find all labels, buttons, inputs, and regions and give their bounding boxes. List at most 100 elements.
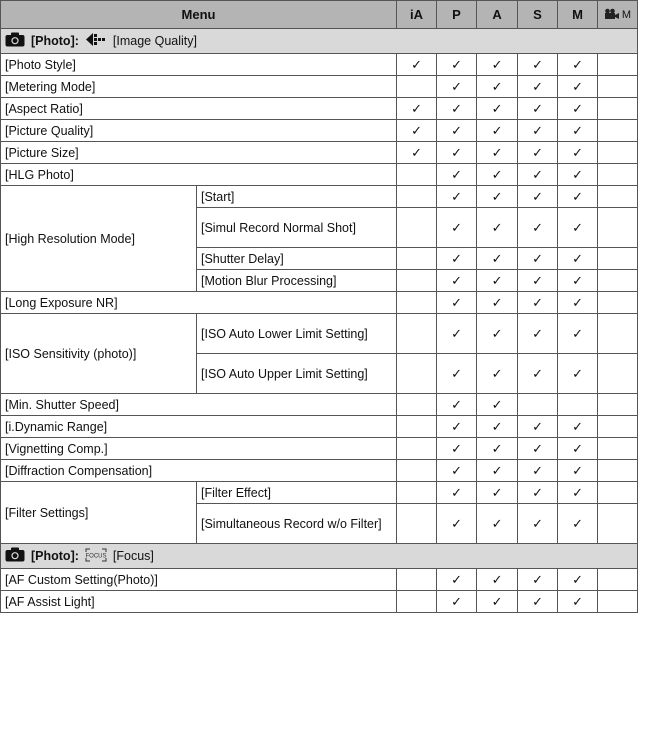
- checkmark-icon: ✓: [491, 144, 503, 160]
- check-cell-video: [597, 53, 639, 76]
- check-cell-a: ✓: [476, 75, 519, 98]
- checkmark-icon: ✓: [532, 56, 543, 72]
- check-cell-a: ✓: [476, 313, 519, 354]
- focus-icon: FOCUS: [85, 548, 107, 565]
- check-cell-p: ✓: [436, 437, 478, 460]
- header-mode-s: S: [517, 0, 559, 29]
- row-label: [HLG Photo]: [0, 163, 398, 186]
- check-cell-a: ✓: [476, 207, 519, 248]
- checkmark-icon: ✓: [491, 166, 503, 182]
- section-photo-label: [Photo]:: [31, 34, 79, 48]
- section-focus: [Photo]: FOCUS [Focus]: [0, 543, 639, 569]
- checkmark-icon: ✓: [532, 144, 543, 160]
- checkmark-icon: ✓: [532, 219, 543, 235]
- checkmark-icon: ✓: [532, 593, 543, 609]
- checkmark-icon: ✓: [451, 188, 462, 204]
- checkmark-icon: ✓: [572, 166, 583, 182]
- checkmark-icon: ✓: [491, 325, 503, 341]
- checkmark-icon: ✓: [491, 78, 503, 94]
- check-cell-m: ✓: [557, 163, 599, 186]
- check-cell-a: ✓: [476, 415, 519, 438]
- checkmark-icon: ✓: [451, 294, 462, 310]
- checkmark-icon: ✓: [491, 219, 503, 235]
- header-mode-video-label: M: [621, 9, 632, 22]
- check-cell-s: ✓: [517, 481, 559, 504]
- checkmark-icon: ✓: [411, 100, 422, 116]
- checkmark-icon: ✓: [572, 440, 583, 456]
- check-cell-s: ✓: [517, 269, 559, 292]
- check-cell-s: ✓: [517, 97, 559, 120]
- checkmark-icon: ✓: [491, 396, 503, 412]
- checkmark-icon: ✓: [451, 440, 462, 456]
- check-cell-ia: ✓: [396, 53, 438, 76]
- check-cell-s: ✓: [517, 415, 559, 438]
- check-cell-a: ✓: [476, 53, 519, 76]
- check-cell-ia: ✓: [396, 119, 438, 142]
- check-cell-m: ✓: [557, 141, 599, 164]
- check-cell-ia: ✓: [396, 97, 438, 120]
- checkmark-icon: ✓: [572, 78, 583, 94]
- checkmark-icon: ✓: [532, 462, 543, 478]
- table-row: [Diffraction Compensation] ✓ ✓ ✓ ✓: [0, 459, 639, 482]
- check-cell-ia: [396, 163, 438, 186]
- group-label: [High Resolution Mode]: [0, 185, 197, 292]
- checkmark-icon: ✓: [451, 571, 462, 587]
- row-label: [i.Dynamic Range]: [0, 415, 398, 438]
- checkmark-icon: ✓: [532, 250, 543, 266]
- checkmark-icon: ✓: [572, 100, 583, 116]
- check-cell-s: ✓: [517, 207, 559, 248]
- check-cell-video: [597, 185, 639, 208]
- checkmark-icon: ✓: [451, 365, 462, 381]
- check-cell-video: [597, 313, 639, 354]
- check-cell-s: ✓: [517, 313, 559, 354]
- check-cell-p: ✓: [436, 481, 478, 504]
- check-cell-m: ✓: [557, 185, 599, 208]
- checkmark-icon: ✓: [491, 56, 503, 72]
- checkmark-icon: ✓: [411, 56, 422, 72]
- checkmark-icon: ✓: [572, 144, 583, 160]
- check-cell-p: ✓: [436, 353, 478, 394]
- check-cell-a: ✓: [476, 459, 519, 482]
- checkmark-icon: ✓: [451, 250, 462, 266]
- check-cell-ia: [396, 481, 438, 504]
- check-cell-m: ✓: [557, 568, 599, 591]
- table-row: [Filter Settings] [Filter Effect] ✓ ✓ ✓ ✓: [0, 481, 639, 544]
- row-label: [Picture Size]: [0, 141, 398, 164]
- check-cell-video: [597, 393, 639, 416]
- check-cell-ia: [396, 247, 438, 270]
- checkmark-icon: ✓: [532, 571, 543, 587]
- checkmark-icon: ✓: [411, 122, 422, 138]
- header-mode-m: M: [557, 0, 599, 29]
- check-cell-video: [597, 97, 639, 120]
- check-cell-video: [597, 353, 639, 394]
- table-row: [ISO Sensitivity (photo)] [ISO Auto Lowe…: [0, 313, 639, 394]
- check-cell-s: ✓: [517, 568, 559, 591]
- checkmark-icon: ✓: [572, 325, 583, 341]
- group-label: [ISO Sensitivity (photo)]: [0, 313, 197, 394]
- checkmark-icon: ✓: [532, 272, 543, 288]
- check-cell-video: [597, 163, 639, 186]
- check-cell-a: ✓: [476, 353, 519, 394]
- header-row: Menu iA P A S M M: [0, 0, 639, 29]
- check-cell-m: ✓: [557, 97, 599, 120]
- check-cell-p: ✓: [436, 185, 478, 208]
- check-cell-m: ✓: [557, 459, 599, 482]
- row-label: [Diffraction Compensation]: [0, 459, 398, 482]
- header-mode-p: P: [436, 0, 478, 29]
- check-cell-video: [597, 568, 639, 591]
- checkmark-icon: ✓: [532, 418, 543, 434]
- check-cell-video: [597, 141, 639, 164]
- check-cell-p: ✓: [436, 247, 478, 270]
- check-cell-p: ✓: [436, 590, 478, 613]
- check-cell-ia: [396, 503, 438, 544]
- checkmark-icon: ✓: [532, 166, 543, 182]
- row-label: [Min. Shutter Speed]: [0, 393, 398, 416]
- checkmark-icon: ✓: [532, 515, 543, 531]
- check-cell-m: ✓: [557, 75, 599, 98]
- check-cell-p: ✓: [436, 141, 478, 164]
- row-label: [Metering Mode]: [0, 75, 398, 98]
- row-label: [Aspect Ratio]: [0, 97, 398, 120]
- check-cell-video: [597, 207, 639, 248]
- table-row: [Metering Mode] ✓ ✓ ✓ ✓: [0, 75, 639, 98]
- checkmark-icon: ✓: [572, 122, 583, 138]
